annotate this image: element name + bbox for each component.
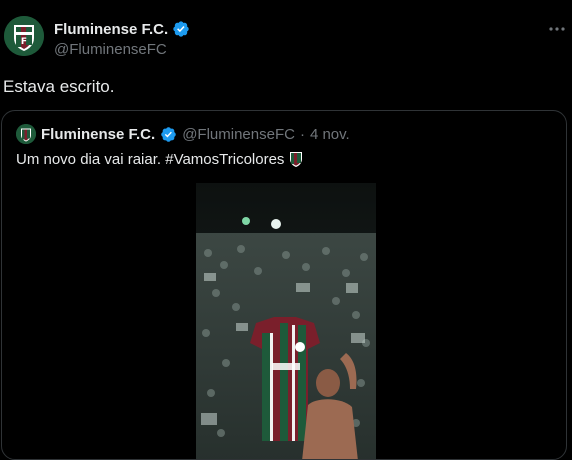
- tweet-text: Estava escrito.: [3, 77, 115, 96]
- verified-badge-icon: [173, 21, 189, 37]
- quoted-tweet-header: Fluminense F.C. @FluminenseFC · 4 nov.: [16, 123, 350, 145]
- stadium-photo: [196, 183, 376, 459]
- quoted-tweet-card[interactable]: Fluminense F.C. @FluminenseFC · 4 nov. U…: [1, 110, 567, 460]
- quoted-tweet-text-row: Um novo dia vai raiar. #VamosTricolores: [16, 151, 304, 168]
- quoted-tweet-text: Um novo dia vai raiar. #VamosTricolores: [16, 151, 285, 168]
- more-horizontal-icon: [549, 27, 565, 31]
- author-handle[interactable]: @FluminenseFC: [54, 41, 167, 58]
- svg-text:F: F: [21, 37, 27, 47]
- club-crest-icon: [16, 124, 36, 144]
- shield-emblem-icon: [290, 152, 303, 167]
- verified-badge-icon: [161, 126, 176, 142]
- quoted-author-handle: @FluminenseFC: [182, 125, 295, 143]
- quoted-tweet-media[interactable]: [196, 183, 376, 459]
- quoted-avatar: [16, 124, 36, 144]
- quoted-tweet-date[interactable]: 4 nov.: [310, 126, 350, 143]
- club-crest-icon: F: [4, 16, 44, 56]
- quoted-author-name: Fluminense F.C.: [41, 125, 156, 143]
- author-name[interactable]: Fluminense F.C.: [54, 21, 168, 38]
- tweet-header: F Fluminense F.C. @FluminenseFC: [0, 0, 572, 70]
- more-options-button[interactable]: [548, 20, 566, 43]
- separator-dot: ·: [299, 125, 305, 143]
- author-name-row: Fluminense F.C.: [54, 20, 190, 38]
- avatar[interactable]: F: [4, 16, 44, 56]
